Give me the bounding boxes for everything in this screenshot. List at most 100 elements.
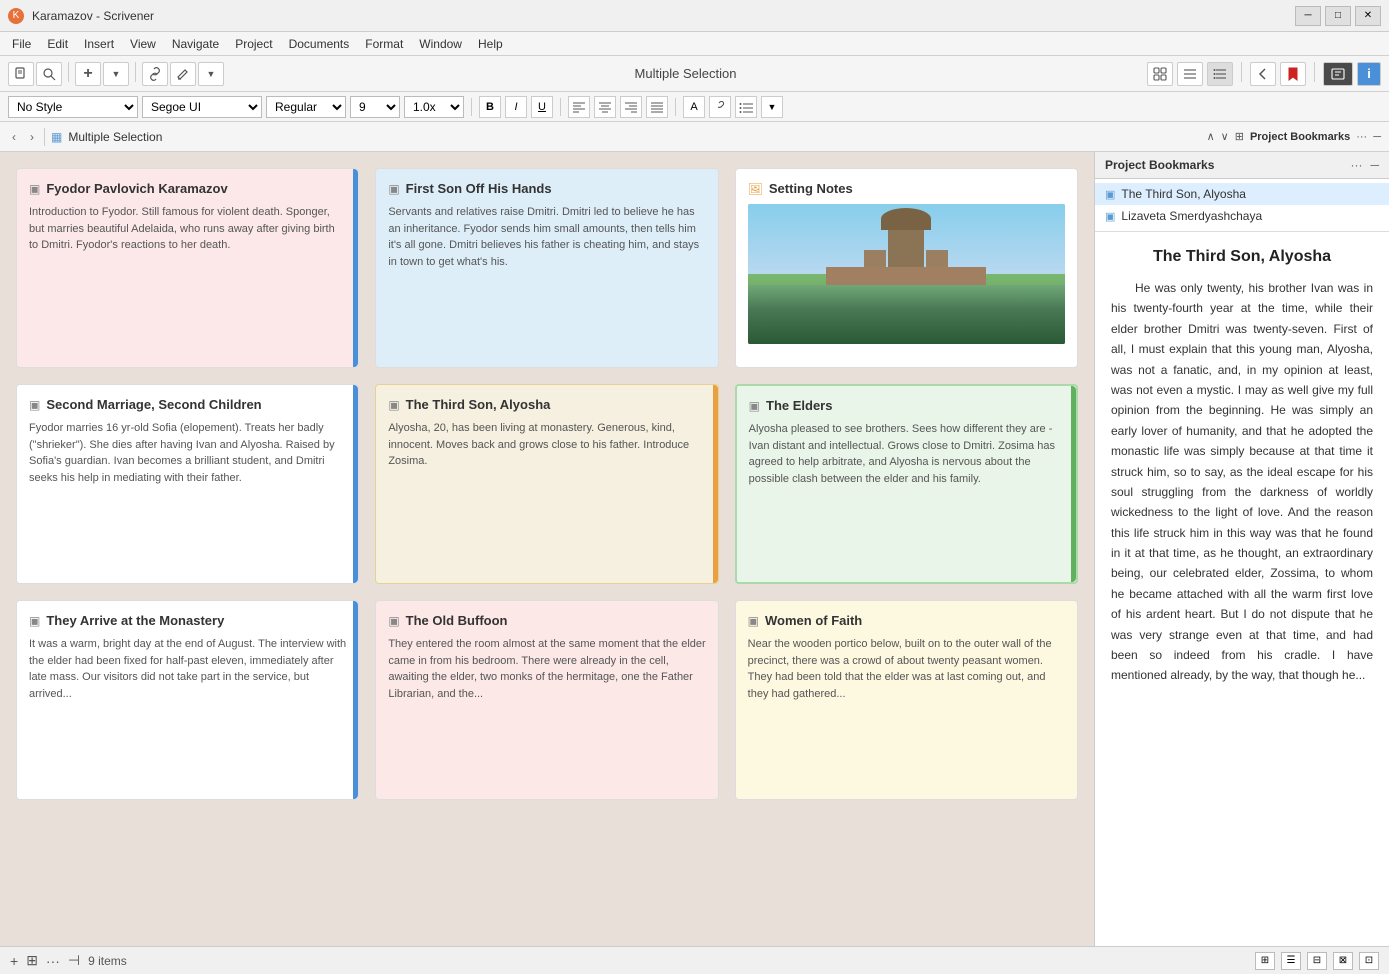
list-view-btn[interactable] [1207, 62, 1233, 86]
nav-down-btn[interactable]: ∨ [1221, 130, 1229, 143]
nav-panel-title: Project Bookmarks [1250, 131, 1350, 143]
card-old-buffoon[interactable]: ▣ The Old Buffoon They entered the room … [375, 600, 718, 800]
card-monastery-body: It was a warm, bright day at the end of … [29, 636, 346, 702]
restore-button[interactable]: □ [1325, 6, 1351, 26]
style-dropdown[interactable]: No Style [8, 96, 138, 118]
justify-btn[interactable] [646, 96, 668, 118]
add-dropdown[interactable]: ▼ [103, 62, 129, 86]
card-setting-notes[interactable]: 🖼 Setting Notes [735, 168, 1078, 368]
bookmark-item-alyosha[interactable]: ▣ The Third Son, Alyosha [1095, 183, 1389, 205]
menu-file[interactable]: File [4, 35, 39, 53]
card-second-marriage[interactable]: ▣ Second Marriage, Second Children Fyodo… [16, 384, 359, 584]
view-split-btn[interactable]: ⊠ [1333, 952, 1353, 970]
card-third-son-icon: ▣ [388, 398, 399, 412]
panel-close-btn[interactable]: ─ [1370, 158, 1379, 172]
align-right-btn[interactable] [620, 96, 642, 118]
card-setting-icon: 🖼 [748, 182, 763, 196]
nav-up-btn[interactable]: ∧ [1207, 130, 1215, 143]
align-left-btn[interactable] [568, 96, 590, 118]
add-button[interactable]: + [75, 62, 101, 86]
menu-window[interactable]: Window [411, 35, 470, 53]
view-grid-btn[interactable]: ⊞ [1255, 952, 1275, 970]
card-setting-header: 🖼 Setting Notes [748, 181, 1065, 196]
card-first-son[interactable]: ▣ First Son Off His Hands Servants and r… [375, 168, 718, 368]
right-panel-header: Project Bookmarks ··· ─ [1095, 152, 1389, 179]
card-third-son[interactable]: ▣ The Third Son, Alyosha Alyosha, 20, ha… [375, 384, 718, 584]
card-monastery-title: They Arrive at the Monastery [46, 613, 224, 628]
status-split-btn[interactable]: ⊣ [68, 952, 80, 969]
menu-project[interactable]: Project [227, 35, 280, 53]
card-women-header: ▣ Women of Faith [748, 613, 1065, 628]
card-fyodor-header: ▣ Fyodor Pavlovich Karamazov [29, 181, 346, 196]
card-elders-body: Alyosha pleased to see brothers. Sees ho… [749, 421, 1064, 487]
weight-dropdown[interactable]: Regular [266, 96, 346, 118]
bookmark-item-lizaveta[interactable]: ▣ Lizaveta Smerdyashchaya [1095, 205, 1389, 227]
outliner-view-btn[interactable] [1177, 62, 1203, 86]
card-second-marriage-icon: ▣ [29, 398, 40, 412]
view-list-btn[interactable]: ☰ [1281, 952, 1301, 970]
menu-documents[interactable]: Documents [281, 35, 358, 53]
search-button[interactable] [36, 62, 62, 86]
card-women-icon: ▣ [748, 614, 759, 628]
list-btn[interactable] [735, 96, 757, 118]
card-elders[interactable]: ▣ The Elders Alyosha pleased to see brot… [735, 384, 1078, 584]
menu-view[interactable]: View [122, 35, 164, 53]
toolbar-sep-3 [1241, 62, 1242, 82]
status-add-btn[interactable]: + [10, 953, 18, 969]
list-dropdown[interactable]: ▼ [761, 96, 783, 118]
spacing-dropdown[interactable]: 1.0x [404, 96, 464, 118]
reading-body: He was only twenty, his brother Ivan was… [1111, 278, 1373, 686]
view-col-btn[interactable]: ⊟ [1307, 952, 1327, 970]
nav-forward-btn[interactable]: › [26, 128, 38, 146]
nav-label: Multiple Selection [68, 130, 162, 144]
minimize-button[interactable]: ─ [1295, 6, 1321, 26]
card-fyodor[interactable]: ▣ Fyodor Pavlovich Karamazov Introductio… [16, 168, 359, 368]
menu-insert[interactable]: Insert [76, 35, 122, 53]
bookmarks-list: ▣ The Third Son, Alyosha ▣ Lizaveta Smer… [1095, 179, 1389, 232]
nav-panel-more[interactable]: ··· [1356, 131, 1367, 143]
corkboard-view-btn[interactable] [1147, 62, 1173, 86]
underline-button[interactable]: U [531, 96, 553, 118]
window-controls[interactable]: ─ □ ✕ [1295, 6, 1381, 26]
navbar: ‹ › ▦ Multiple Selection ∧ ∨ ⊞ Project B… [0, 122, 1389, 152]
reading-pane: The Third Son, Alyosha He was only twent… [1095, 232, 1389, 946]
font-dropdown[interactable]: Segoe UI [142, 96, 262, 118]
corkboard: ▣ Fyodor Pavlovich Karamazov Introductio… [0, 152, 1094, 946]
bookmark-alyosha-label: The Third Son, Alyosha [1121, 187, 1246, 201]
size-dropdown[interactable]: 9 [350, 96, 400, 118]
card-monastery[interactable]: ▣ They Arrive at the Monastery It was a … [16, 600, 359, 800]
card-fyodor-body: Introduction to Fyodor. Still famous for… [29, 204, 346, 254]
bookmark-btn[interactable] [1280, 62, 1306, 86]
card-elders-header: ▣ The Elders [749, 398, 1064, 413]
toolbar-right: i [1147, 62, 1381, 86]
menu-edit[interactable]: Edit [39, 35, 76, 53]
nav-back-btn[interactable]: ‹ [8, 128, 20, 146]
card-women[interactable]: ▣ Women of Faith Near the wooden portico… [735, 600, 1078, 800]
nav-panel-close[interactable]: ─ [1373, 131, 1381, 143]
italic-button[interactable]: I [505, 96, 527, 118]
status-more-btn[interactable]: ··· [46, 953, 60, 969]
edit-button[interactable] [170, 62, 196, 86]
edit-dropdown[interactable]: ▼ [198, 62, 224, 86]
compose-btn[interactable] [1323, 62, 1353, 86]
link-btn[interactable] [709, 96, 731, 118]
link-button[interactable] [142, 62, 168, 86]
menu-help[interactable]: Help [470, 35, 511, 53]
info-btn[interactable]: i [1357, 62, 1381, 86]
bold-button[interactable]: B [479, 96, 501, 118]
card-women-body: Near the wooden portico below, built on … [748, 636, 1065, 702]
font-color-btn[interactable]: A [683, 96, 705, 118]
reading-paragraph: He was only twenty, his brother Ivan was… [1111, 278, 1373, 686]
status-folder-btn[interactable]: ⊞ [26, 952, 38, 969]
panel-more-btn[interactable]: ··· [1350, 158, 1362, 172]
new-doc-button[interactable] [8, 62, 34, 86]
view-full-btn[interactable]: ⊡ [1359, 952, 1379, 970]
back-btn[interactable] [1250, 62, 1276, 86]
align-center-btn[interactable] [594, 96, 616, 118]
close-button[interactable]: ✕ [1355, 6, 1381, 26]
panel-controls: ··· ─ [1350, 158, 1379, 172]
menu-format[interactable]: Format [357, 35, 411, 53]
nav-split-btn[interactable]: ⊞ [1235, 130, 1244, 143]
menu-navigate[interactable]: Navigate [164, 35, 227, 53]
card-setting-title: Setting Notes [769, 181, 853, 196]
